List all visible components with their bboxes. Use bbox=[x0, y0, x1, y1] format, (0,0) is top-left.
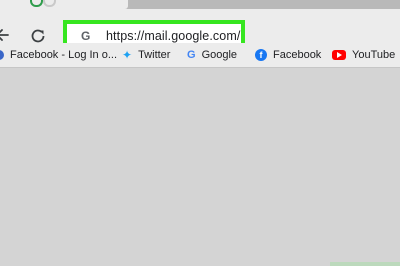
active-tab[interactable] bbox=[0, 0, 128, 9]
tab-favicon-icon bbox=[30, 0, 43, 7]
globe-icon bbox=[0, 50, 4, 60]
bookmark-google[interactable]: G Google bbox=[187, 43, 237, 67]
corner-shape bbox=[330, 262, 400, 266]
bookmark-facebook[interactable]: f Facebook bbox=[255, 43, 321, 67]
twitter-icon: ✦ bbox=[122, 48, 133, 62]
bookmark-label: Facebook - Log In o... bbox=[10, 49, 118, 61]
bookmark-label: YouTube bbox=[352, 49, 396, 61]
tab-favicon-icon bbox=[43, 0, 56, 7]
tab-strip bbox=[0, 0, 400, 9]
bookmarks-bar: Facebook - Log In o... ✦ Twitter G Googl… bbox=[0, 43, 400, 68]
bookmark-label: Twitter bbox=[138, 49, 171, 61]
youtube-icon bbox=[332, 50, 346, 60]
facebook-icon: f bbox=[255, 49, 267, 61]
bookmark-facebook-login[interactable]: Facebook - Log In o... bbox=[0, 43, 117, 67]
bookmark-label: Google bbox=[201, 49, 238, 61]
bookmark-youtube[interactable]: YouTube bbox=[332, 43, 395, 67]
bookmark-twitter[interactable]: ✦ Twitter bbox=[122, 43, 170, 67]
bookmark-label: Facebook bbox=[273, 49, 322, 61]
google-g-icon: G bbox=[187, 49, 196, 61]
back-arrow-icon[interactable] bbox=[0, 26, 14, 44]
page-content bbox=[0, 68, 400, 266]
browser-toolbar: G https://mail.google.com/ bbox=[0, 9, 400, 49]
